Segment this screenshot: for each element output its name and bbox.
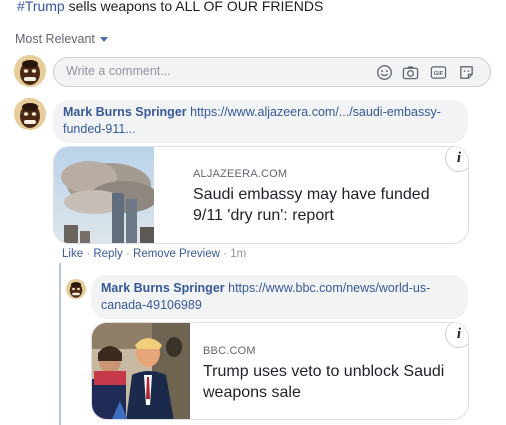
info-icon: i (456, 325, 462, 342)
avatar-image (66, 279, 86, 299)
preview-thumbnail (92, 323, 190, 419)
preview-title[interactable]: Trump uses veto to unblock Saudi weapons… (203, 361, 449, 403)
avatar-image (14, 98, 46, 130)
comment-input[interactable] (66, 64, 366, 78)
hashtag-link[interactable]: #Trump (17, 0, 65, 14)
avatar[interactable] (14, 55, 46, 87)
camera-icon[interactable] (402, 64, 419, 81)
emoji-icon[interactable] (376, 64, 393, 81)
chevron-down-icon (99, 37, 108, 43)
timestamp[interactable]: 1m (230, 248, 246, 260)
link-preview-card[interactable]: ALJAZEERA.COM Saudi embassy may have fun… (53, 146, 469, 244)
comment-actions: Like · Reply · Remove Preview · 1m (62, 248, 247, 260)
info-button[interactable]: i (445, 147, 468, 172)
post-body: sells weapons to ALL OF OUR FRIENDS (64, 0, 324, 14)
gif-icon[interactable]: GIF (430, 64, 447, 81)
svg-text:GIF: GIF (434, 71, 444, 77)
sticker-icon[interactable] (458, 64, 475, 81)
info-icon: i (456, 149, 462, 166)
sort-dropdown[interactable]: Most Relevant (15, 32, 108, 46)
sort-label: Most Relevant (15, 32, 95, 46)
preview-source: ALJAZEERA.COM (193, 168, 288, 180)
preview-source: BBC.COM (203, 345, 256, 357)
comment-author[interactable]: Mark Burns Springer (101, 281, 225, 295)
avatar-image (14, 55, 46, 87)
preview-thumbnail (54, 147, 154, 243)
reply-bubble: Mark Burns Springer https://www.bbc.com/… (91, 275, 468, 319)
reply-link[interactable]: Reply (93, 248, 122, 260)
comment-author[interactable]: Mark Burns Springer (63, 105, 187, 119)
preview-title[interactable]: Saudi embassy may have funded 9/11 'dry … (193, 184, 441, 226)
like-link[interactable]: Like (62, 248, 83, 260)
remove-preview-link[interactable]: Remove Preview (133, 248, 220, 260)
link-preview-card[interactable]: BBC.COM Trump uses veto to unblock Saudi… (91, 322, 469, 420)
comment-bubble: Mark Burns Springer https://www.aljazeer… (53, 100, 468, 143)
info-button[interactable]: i (445, 323, 468, 348)
avatar[interactable] (66, 279, 86, 299)
reply-thread-line (59, 263, 61, 425)
post-text: #Trump sells weapons to ALL OF OUR FRIEN… (17, 0, 323, 14)
comment-composer[interactable]: GIF (53, 57, 491, 87)
avatar[interactable] (14, 98, 46, 130)
